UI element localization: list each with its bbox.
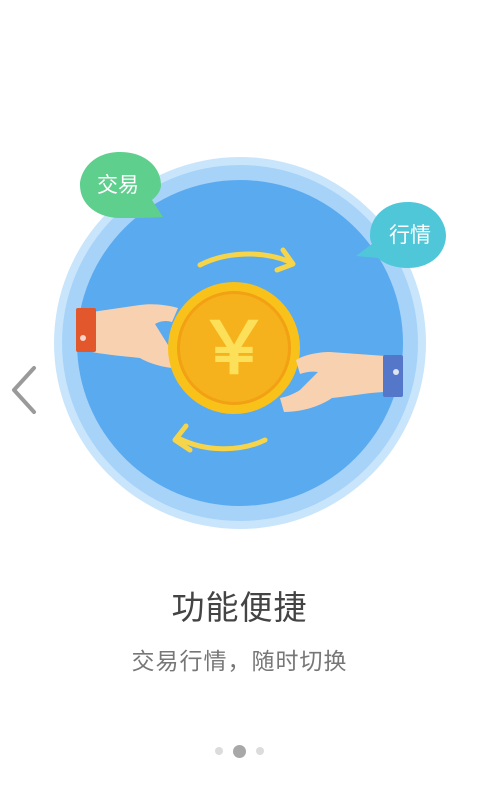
page-dot-3[interactable] xyxy=(256,747,264,755)
feature-illustration: 交易 行情 ￥ xyxy=(54,152,446,529)
page-indicator xyxy=(0,743,479,759)
page-title: 功能便捷 xyxy=(171,588,308,627)
page-dot-2[interactable] xyxy=(233,744,246,758)
coin-symbol: ￥ xyxy=(198,306,270,390)
bubble-trade-label: 交易 xyxy=(97,173,139,197)
page-subtitle: 交易行情，随时切换 xyxy=(131,649,348,675)
bubble-market-label: 行情 xyxy=(389,223,431,247)
yen-coin-icon: ￥ xyxy=(168,282,300,414)
bubble-trade: 交易 xyxy=(80,152,163,218)
chevron-left-icon[interactable] xyxy=(4,362,44,418)
page-dot-1[interactable] xyxy=(215,747,223,755)
